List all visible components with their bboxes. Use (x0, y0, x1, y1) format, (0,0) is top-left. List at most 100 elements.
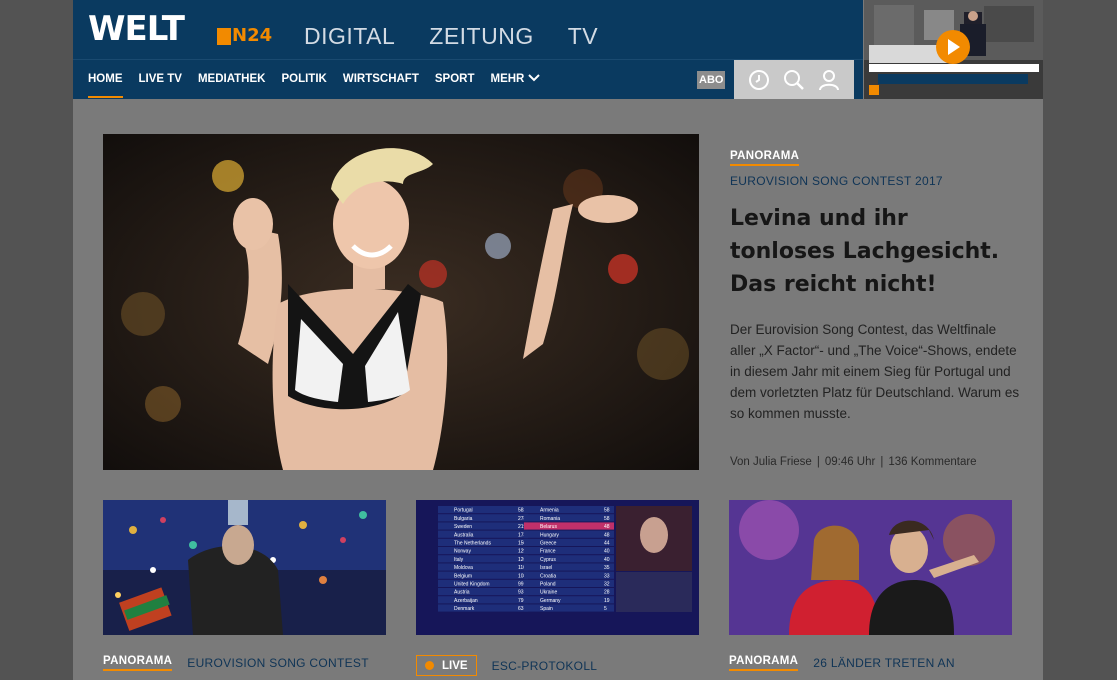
card-3-kicker[interactable]: PANORAMA (729, 655, 799, 671)
live-dot-icon (425, 661, 434, 670)
n24-logo[interactable]: N24 (217, 27, 272, 45)
nav-item-home[interactable]: HOME (88, 73, 123, 98)
live-label: LIVE (442, 659, 468, 672)
scoreboard-right-points: 32 (604, 582, 610, 588)
scoreboard-left-row (438, 563, 528, 571)
scoreboard-right-points: 28 (604, 590, 610, 596)
hero-headline[interactable]: Levina und ihr tonloses Lachgesicht. Das… (730, 202, 1020, 301)
scoreboard-right-points: 40 (604, 557, 610, 563)
scoreboard-left-country: Austria (454, 590, 470, 596)
n24-logo-text: N24 (232, 25, 273, 46)
top-nav-digital[interactable]: DIGITAL (304, 23, 395, 50)
scoreboard-right-country: Poland (540, 582, 556, 588)
nav-item-live-tv[interactable]: LIVE TV (139, 73, 182, 85)
scoreboard-right-row (524, 555, 614, 563)
scoreboard-left-country: Bulgaria (454, 516, 473, 522)
scoreboard-right-country: France (540, 549, 556, 555)
card-1-topic: EUROVISION SONG CONTEST (187, 656, 369, 670)
byline-comments[interactable]: 136 Kommentare (888, 456, 976, 468)
card-meta-3: PANORAMA 26 LÄNDER TRETEN AN (729, 655, 955, 671)
hero-article: PANORAMA EUROVISION SONG CONTEST 2017 Le… (730, 146, 1020, 468)
hero-image[interactable] (103, 134, 699, 470)
scoreboard-left-row (438, 514, 528, 522)
clock-icon[interactable] (746, 67, 772, 93)
scoreboard-right-country: Belarus (540, 524, 557, 530)
scoreboard-right-country: Spain (540, 606, 553, 612)
nav-item-politik[interactable]: POLITIK (281, 73, 326, 85)
nav-item-mediathek[interactable]: MEDIATHEK (198, 73, 266, 85)
scoreboard-right-country: Greece (540, 541, 557, 547)
scoreboard-right-country: Cyprus (540, 557, 556, 563)
card-1-kicker[interactable]: PANORAMA (103, 655, 173, 671)
scoreboard-left-row (438, 571, 528, 579)
nav-item-mehr[interactable]: MEHR (490, 73, 541, 85)
scoreboard-right-country: Germany (540, 598, 561, 604)
scoreboard-right-points: 48 (604, 524, 610, 530)
scoreboard-right-points: 19 (604, 598, 610, 604)
scoreboard-right-row (524, 547, 614, 555)
scoreboard-left-country: United Kingdom (454, 582, 490, 588)
scoreboard-left-country: Italy (454, 557, 464, 563)
scoreboard-right-row (524, 571, 614, 579)
n24-logo-square (217, 27, 231, 45)
user-icon[interactable] (816, 67, 842, 93)
top-header: WELT N24 DIGITAL ZEITUNG TV (73, 0, 863, 59)
scoreboard-left-country: The Netherlands (454, 541, 491, 547)
scoreboard-left-country: Australia (454, 532, 474, 538)
hero-topic: EUROVISION SONG CONTEST 2017 (730, 174, 943, 188)
nav-item-mehr-label: MEHR (490, 73, 525, 85)
scoreboard-left-country: Portugal (454, 508, 473, 514)
scoreboard-left-row (438, 547, 528, 555)
top-nav-zeitung[interactable]: ZEITUNG (429, 23, 533, 50)
chevron-down-icon (528, 73, 541, 85)
scoreboard-right-row (524, 506, 614, 514)
card-image-2[interactable]: Portugal 582 Bulgaria 278 Sweden 219 Australia… (416, 500, 699, 635)
byline-author: Von Julia Friese (730, 456, 812, 468)
header-icon-group (734, 60, 854, 99)
top-nav: DIGITAL ZEITUNG TV (304, 23, 598, 50)
scoreboard-right-row (524, 596, 614, 604)
scoreboard-right-row (524, 563, 614, 571)
card-image-3[interactable] (729, 500, 1012, 635)
scoreboard-right-row (524, 538, 614, 546)
card-image-1[interactable] (103, 500, 386, 635)
scoreboard-left-row (438, 522, 528, 530)
main-nav-bar: HOME LIVE TV MEDIATHEK POLITIK WIRTSCHAF… (73, 59, 863, 99)
nav-item-sport[interactable]: SPORT (435, 73, 475, 85)
scoreboard-right-row (524, 588, 614, 596)
scoreboard-right-points: 58 (604, 508, 610, 514)
page: WELT N24 DIGITAL ZEITUNG TV HOME LIVE TV… (73, 0, 1043, 680)
scoreboard-right-country: Croatia (540, 573, 556, 579)
welt-logo[interactable]: WELT (88, 12, 185, 46)
scoreboard-right-row (524, 514, 614, 522)
scoreboard-left-country: Moldova (454, 565, 473, 571)
top-nav-tv[interactable]: TV (568, 23, 598, 50)
scoreboard-left-country: Norway (454, 549, 471, 555)
main-nav: HOME LIVE TV MEDIATHEK POLITIK WIRTSCHAF… (88, 73, 556, 98)
scoreboard-left-points: 93 (518, 590, 524, 596)
card-meta-1: PANORAMA EUROVISION SONG CONTEST (103, 655, 369, 671)
scoreboard-left-row (438, 555, 528, 563)
scoreboard-left-row (438, 530, 528, 538)
abo-button[interactable]: ABO (697, 71, 726, 89)
scoreboard-left-country: Azerbaijan (454, 598, 478, 604)
scoreboard-left-row (438, 588, 528, 596)
scoreboard-right-country: Israel (540, 565, 552, 571)
card-2-topic: ESC-PROTOKOLL (491, 658, 598, 673)
byline-time: 09:46 Uhr (824, 456, 876, 468)
scoreboard-right-points: 58 (604, 516, 610, 522)
card-meta-2: LIVE ESC-PROTOKOLL (416, 655, 597, 676)
nav-item-wirtschaft[interactable]: WIRTSCHAFT (343, 73, 419, 85)
scoreboard-left-points: 63 (518, 606, 524, 612)
scoreboard-right-row (524, 522, 614, 530)
scoreboard-right-points: 35 (604, 565, 610, 571)
scoreboard-left-points: 79 (518, 598, 524, 604)
scoreboard-right-points: 40 (604, 549, 610, 555)
live-badge[interactable]: LIVE (416, 655, 477, 676)
hero-kicker[interactable]: PANORAMA (730, 150, 800, 166)
scoreboard-right-points: 5 (604, 606, 607, 612)
live-tv-teaser[interactable] (864, 0, 1043, 99)
scoreboard-right-points: 44 (604, 541, 610, 547)
scoreboard-right-country: Romania (540, 516, 560, 522)
search-icon[interactable] (781, 67, 807, 93)
